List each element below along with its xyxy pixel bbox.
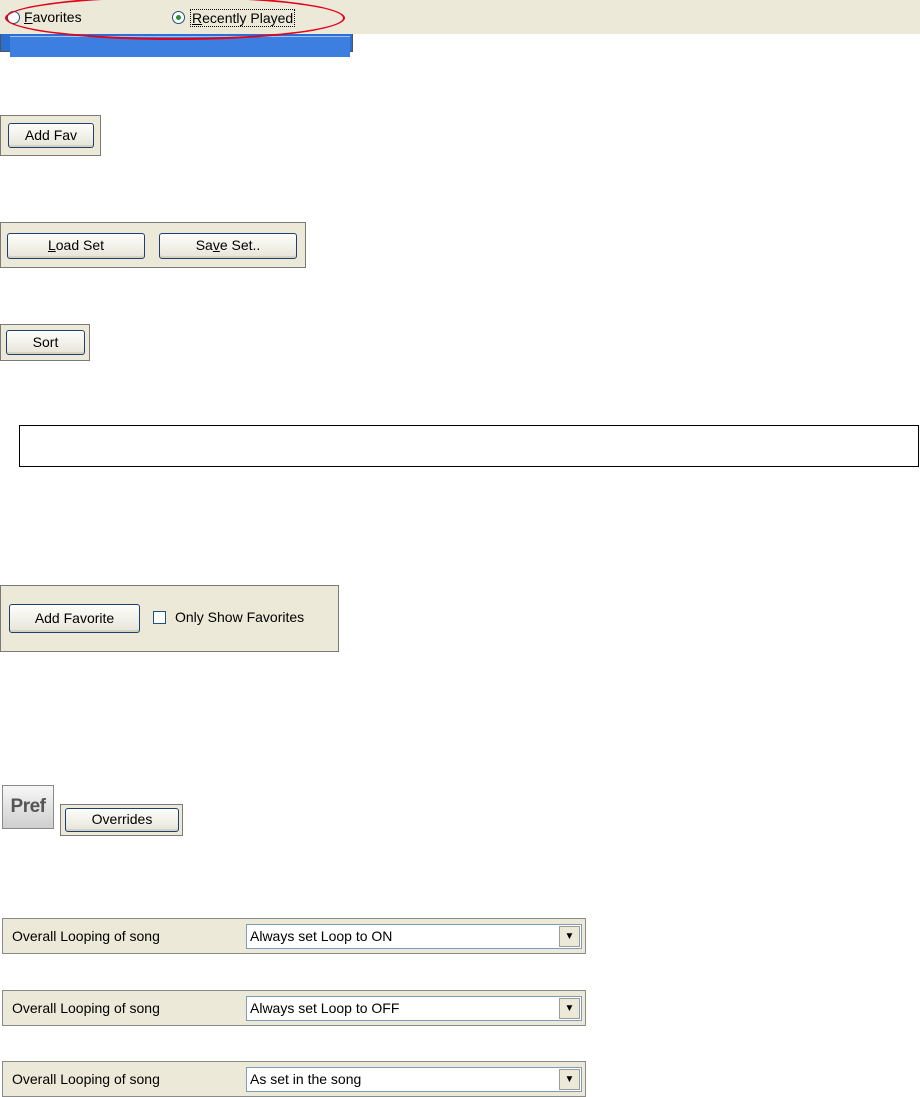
dropdown-arrow-icon[interactable]: ▼ bbox=[559, 1069, 580, 1090]
loop-row-song: Overall Looping of song As set in the so… bbox=[2, 1061, 586, 1097]
highlight-oval bbox=[5, 0, 345, 40]
loop-row-off: Overall Looping of song Always set Loop … bbox=[2, 990, 586, 1026]
loop-combo[interactable]: Always set Loop to OFF ▼ bbox=[246, 996, 582, 1021]
dropdown-arrow-icon[interactable]: ▼ bbox=[559, 926, 580, 947]
add-fav-button[interactable]: Add Fav bbox=[8, 123, 94, 148]
loop-row-label: Overall Looping of song bbox=[12, 928, 160, 944]
view-mode-strip: Favorites Recently Played bbox=[0, 0, 920, 57]
loop-row-label: Overall Looping of song bbox=[12, 1071, 160, 1087]
loop-combo-value: Always set Loop to ON bbox=[250, 928, 393, 944]
load-set-rest: oad Set bbox=[55, 237, 105, 253]
loop-combo-value: As set in the song bbox=[250, 1071, 362, 1087]
dropdown-arrow-icon[interactable]: ▼ bbox=[559, 998, 580, 1019]
save-set-button[interactable]: Save Set.. bbox=[159, 233, 297, 259]
pref-icon[interactable]: Pref bbox=[2, 785, 54, 829]
sort-button[interactable]: Sort bbox=[6, 330, 85, 355]
only-show-favorites-label[interactable]: Only Show Favorites bbox=[175, 609, 304, 625]
loop-combo[interactable]: Always set Loop to ON ▼ bbox=[246, 924, 582, 949]
overrides-panel: Overrides bbox=[60, 804, 183, 836]
empty-field bbox=[19, 425, 919, 467]
sort-panel: Sort bbox=[0, 324, 90, 361]
add-favorite-button[interactable]: Add Favorite bbox=[9, 604, 140, 633]
loop-combo-value: Always set Loop to OFF bbox=[250, 1000, 400, 1016]
loop-row-label: Overall Looping of song bbox=[12, 1000, 160, 1016]
overrides-button[interactable]: Overrides bbox=[65, 808, 179, 832]
set-buttons-panel: Load Set Save Set.. bbox=[0, 222, 306, 268]
loop-row-on: Overall Looping of song Always set Loop … bbox=[2, 918, 586, 954]
only-show-favorites-checkbox[interactable] bbox=[153, 611, 166, 624]
add-fav-panel: Add Fav bbox=[0, 115, 101, 156]
loop-combo[interactable]: As set in the song ▼ bbox=[246, 1067, 582, 1092]
load-set-button[interactable]: Load Set bbox=[7, 233, 145, 259]
favorites-panel: Add Favorite Only Show Favorites bbox=[0, 585, 339, 652]
